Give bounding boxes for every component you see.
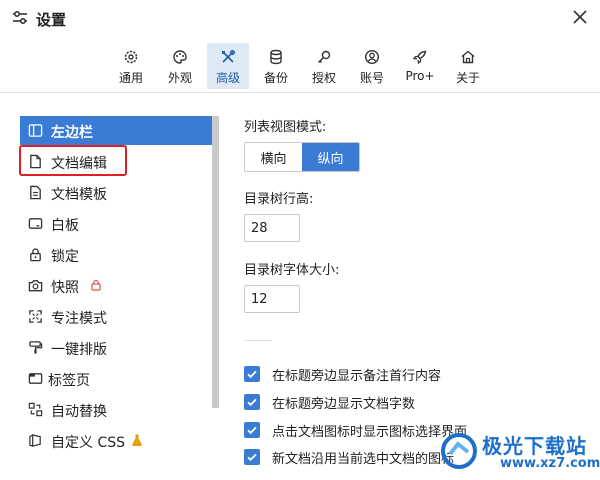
lock-icon [30,248,41,262]
user-icon [364,49,380,65]
template-icon [30,185,41,200]
tab-account[interactable]: 账号 [351,43,393,89]
sidebar-item-label: 自动替换 [51,404,107,420]
window-title: 设置 [36,11,67,29]
option-vertical[interactable]: 纵向 [302,143,359,171]
checkbox-label: 在标题旁边显示文档字数 [272,396,416,412]
whiteboard-icon [28,218,43,229]
sidebar-item-label: 锁定 [51,249,79,265]
tab-label: 账号 [359,71,384,85]
replace-icon [28,402,43,417]
sidebar-item-left-sidebar[interactable]: 左边栏 [20,116,212,145]
tab-advanced[interactable]: 高级 [207,43,249,89]
header-divider [0,92,600,93]
sidebar-item-auto-replace[interactable]: 自动替换 [20,395,212,424]
option-horizontal[interactable]: 横向 [245,143,302,171]
database-icon [270,49,282,65]
sidebar-item-label: 白板 [51,218,79,234]
tab-label: Pro+ [405,69,435,83]
checkbox-label: 在标题旁边显示备注首行内容 [272,368,442,384]
sidebar-item-label: 专注模式 [51,311,107,327]
key-icon [317,50,331,64]
sidebar-item-label: 一键排版 [51,342,107,358]
tab-page-icon [28,373,43,384]
camera-icon [28,280,43,292]
tree-font-size-input[interactable] [244,285,300,313]
focus-icon [29,310,42,323]
settings-tabs: 通用 外观 高级 备份 授权 账号 Pro+ 关于 [0,40,600,90]
sidebar-item-custom-css[interactable]: 自定义 CSS [20,426,212,455]
tree-row-height-label: 目录树行高: [244,192,314,207]
sidebar: 左边栏 文档编辑 文档模板 白板 锁定 快照 专注模式 一键排版 标签页 自动替… [20,116,212,456]
sidebar-item-tab-page[interactable]: 标签页 [20,364,212,393]
watermark-url: www.xz7.com [500,456,600,471]
sidebar-item-label: 文档编辑 [51,156,107,172]
sidebar-item-label: 标签页 [48,373,90,389]
list-view-mode-label: 列表视图模式: [244,120,327,135]
gear-icon [124,50,138,64]
sidebar-item-document-editing[interactable]: 文档编辑 [20,147,212,176]
sidebar-item-label: 文档模板 [51,187,107,203]
tree-row-height-input[interactable] [244,214,300,242]
watermark: 极光下载站 www.xz7.com [438,428,600,476]
palette-icon [173,50,187,64]
watermark-logo-icon [441,433,477,469]
tab-general[interactable]: 通用 [110,43,152,89]
close-icon[interactable] [572,9,588,25]
tab-about[interactable]: 关于 [447,43,489,89]
rocket-icon [412,50,427,65]
tree-font-size-label: 目录树字体大小: [244,263,340,278]
checkbox-checked-icon[interactable] [244,394,260,410]
css-icon [29,434,41,447]
tab-pro-plus[interactable]: Pro+ [399,43,441,89]
sidebar-item-one-click-format[interactable]: 一键排版 [20,333,212,362]
tools-icon [222,50,235,63]
tab-label: 高级 [215,71,240,85]
checkbox-checked-icon[interactable] [244,449,260,465]
tab-label: 外观 [167,71,192,85]
document-icon [30,154,41,169]
section-divider [244,340,272,341]
lock-badge-icon [91,279,101,291]
tab-license[interactable]: 授权 [303,43,345,89]
checkbox-label: 新文档沿用当前选中文档的图标 [272,451,455,467]
sliders-icon [13,10,27,25]
sidebar-item-focus-mode[interactable]: 专注模式 [20,302,212,331]
sidebar-scrollbar[interactable] [212,116,219,408]
tab-label: 通用 [118,71,143,85]
tab-label: 授权 [311,71,336,85]
checkbox-checked-icon[interactable] [244,422,260,438]
format-painter-icon [29,341,43,354]
list-view-mode-toggle: 横向 纵向 [244,142,360,172]
sidebar-item-label: 左边栏 [51,125,93,141]
watermark-text: 极光下载站 [482,434,587,458]
sidebar-icon [28,124,43,137]
sidebar-item-label: 自定义 CSS [51,435,125,451]
title-bar: 设置 [0,0,600,36]
tab-appearance[interactable]: 外观 [159,43,201,89]
checkbox-checked-icon[interactable] [244,366,260,382]
tab-label: 关于 [455,71,480,85]
sidebar-item-whiteboard[interactable]: 白板 [20,209,212,238]
tab-backup[interactable]: 备份 [255,43,297,89]
flask-badge-icon [132,434,142,446]
checkbox-show-word-count[interactable]: 在标题旁边显示文档字数 [244,392,415,412]
checkbox-inherit-document-icon[interactable]: 新文档沿用当前选中文档的图标 [244,447,454,467]
sidebar-item-label: 快照 [51,280,79,296]
tab-label: 备份 [263,71,288,85]
checkbox-icon-picker-on-click[interactable]: 点击文档图标时显示图标选择界面 [244,420,467,440]
sidebar-item-lock[interactable]: 锁定 [20,240,212,269]
sidebar-item-snapshot[interactable]: 快照 [20,271,212,300]
checkbox-show-note-first-line[interactable]: 在标题旁边显示备注首行内容 [244,364,441,384]
home-icon [461,50,475,64]
sidebar-item-document-templates[interactable]: 文档模板 [20,178,212,207]
